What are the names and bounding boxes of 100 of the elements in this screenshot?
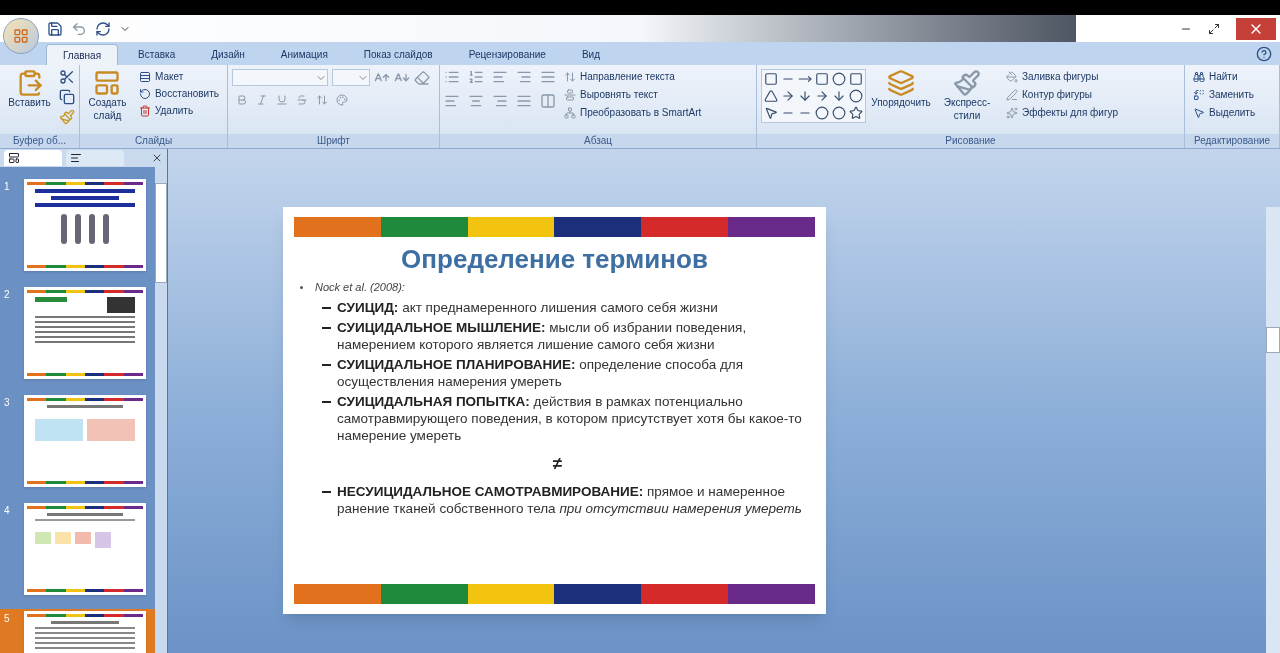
group-label: Абзац — [440, 134, 756, 148]
font-color-icon — [336, 94, 348, 106]
font-size-field[interactable] — [332, 69, 370, 86]
outline-icon — [70, 152, 82, 164]
circle-shape-icon[interactable] — [815, 106, 829, 120]
smartart-icon — [564, 106, 576, 119]
align-left-icon — [444, 93, 460, 109]
undo-icon — [71, 20, 87, 37]
square-shape-icon[interactable] — [849, 72, 863, 86]
shape-fill-button[interactable]: Заливка фигуры — [1002, 69, 1122, 84]
reset-button[interactable]: Восстановить — [134, 86, 223, 101]
shape-outline-button[interactable]: Контур фигуры — [1002, 87, 1122, 102]
circle-shape-icon[interactable] — [832, 106, 846, 120]
circle-shape-icon[interactable] — [832, 72, 846, 86]
slide-thumbnail[interactable] — [24, 287, 146, 379]
select-button[interactable]: Выделить — [1189, 105, 1260, 120]
slides-icon — [8, 152, 20, 164]
triangle-shape-icon[interactable] — [764, 89, 778, 103]
office-logo-icon[interactable] — [3, 17, 39, 54]
quick-styles-button[interactable]: Экспресс-стили — [936, 69, 998, 122]
group-label: Редактирование — [1185, 134, 1279, 148]
arrange-button[interactable]: Упорядочить — [870, 69, 932, 110]
shapes-gallery[interactable] — [761, 69, 866, 123]
brush-icon — [953, 69, 981, 97]
slide-number: 4 — [4, 504, 11, 518]
text-direction-icon — [564, 70, 576, 83]
new-slide-button[interactable]: Создать слайд — [84, 69, 131, 122]
scissors-icon — [59, 69, 75, 85]
align-text-button[interactable]: Выровнять текст — [560, 87, 706, 102]
spacing-icon — [316, 94, 328, 106]
ribbon-tab[interactable]: Показ слайдов — [347, 44, 449, 65]
paint-bucket-icon — [1006, 70, 1018, 83]
maximize-icon — [1208, 22, 1220, 35]
dash-mark — [322, 306, 331, 309]
save-icon — [47, 20, 63, 37]
scrollbar[interactable] — [155, 167, 167, 653]
group-label: Рисование — [757, 134, 1184, 148]
shape-effects-button[interactable]: Эффекты для фигур — [1002, 105, 1122, 120]
delete-button[interactable]: Удалить — [134, 103, 223, 118]
ribbon-tab[interactable]: Вставка — [122, 44, 192, 65]
slide-thumbnail[interactable] — [24, 503, 146, 595]
slide-thumbnail[interactable] — [24, 395, 146, 487]
square-shape-icon[interactable] — [764, 72, 778, 86]
dash-mark — [322, 326, 331, 329]
delete-icon — [138, 104, 151, 117]
ribbon-tab[interactable]: Вид — [565, 44, 616, 65]
font-name-field[interactable] — [232, 69, 328, 86]
square-shape-icon[interactable] — [815, 72, 829, 86]
ribbon-tab[interactable]: Главная — [46, 44, 119, 65]
slide-icon — [93, 69, 122, 97]
definition-text: СУИЦИДАЛЬНАЯ ПОПЫТКА: действия в рамках потенциально самотравмирующего поведения, в котором присутствует хотя бы какое-то намерение умереть — [337, 392, 803, 444]
scrollbar[interactable] — [1266, 207, 1280, 653]
circle-shape-icon[interactable] — [849, 89, 863, 103]
redo-icon — [95, 20, 111, 37]
definition-text: СУИЦИД: акт преднамеренного лишения самого себя жизни — [337, 298, 718, 316]
pointer-icon — [1193, 106, 1205, 119]
arrow-right-icon[interactable] — [815, 89, 829, 103]
reset-icon — [138, 87, 151, 100]
dash-mark — [322, 491, 331, 493]
slides-tab[interactable] — [4, 150, 62, 166]
copy-icon — [59, 89, 75, 105]
slide-number: 1 — [4, 180, 11, 194]
group-label: Буфер об... — [0, 134, 79, 148]
brush-icon — [59, 109, 75, 125]
underline-icon — [276, 94, 288, 106]
align-right-icon — [492, 93, 508, 109]
not-equal-sign: ≠ — [551, 452, 564, 475]
citation: Nock et al. (2008): — [315, 280, 405, 295]
ribbon-tab[interactable]: Анимация — [264, 44, 344, 65]
close-icon — [151, 152, 163, 164]
arrow-right-icon[interactable] — [781, 89, 795, 103]
find-button[interactable]: Найти — [1189, 69, 1260, 84]
ribbon-tab[interactable]: Рецензирование — [452, 44, 562, 65]
layout-button[interactable]: Макет — [134, 69, 223, 84]
dash-mark — [322, 363, 331, 366]
slide-number: 5 — [4, 612, 11, 626]
slide-number: 3 — [4, 396, 11, 410]
paste-button[interactable]: Вставить — [4, 69, 55, 110]
bold-icon — [236, 94, 248, 106]
layers-icon — [887, 69, 915, 97]
columns-icon — [540, 93, 556, 109]
pen-icon — [1006, 88, 1018, 101]
ribbon-tab[interactable]: Дизайн — [195, 44, 261, 65]
layout-icon — [138, 70, 151, 83]
smartart-button[interactable]: Преобразовать в SmartArt — [560, 105, 706, 120]
help-icon — [1256, 46, 1272, 62]
italic-icon — [256, 94, 268, 106]
clear-format-icon — [414, 69, 430, 86]
align-text-icon — [564, 88, 576, 101]
pointer-icon[interactable] — [764, 106, 778, 120]
star-shape-icon[interactable] — [849, 106, 863, 120]
close-icon[interactable] — [1236, 17, 1276, 40]
replace-button[interactable]: Заменить — [1189, 87, 1260, 102]
strikethrough-icon — [296, 94, 308, 106]
justify-icon — [516, 93, 532, 109]
slide-thumbnail[interactable] — [24, 179, 146, 271]
sparkle-icon — [1006, 106, 1018, 119]
text-direction-button[interactable]: Направление текста — [560, 69, 706, 84]
definition-text: НЕСУИЦИДАЛЬНОЕ САМОТРАВМИРОВАНИЕ: прямое и намеренное ранение тканей собственного тела при отсутствии намерения умереть — [337, 483, 803, 517]
group-label: Слайды — [80, 134, 227, 148]
